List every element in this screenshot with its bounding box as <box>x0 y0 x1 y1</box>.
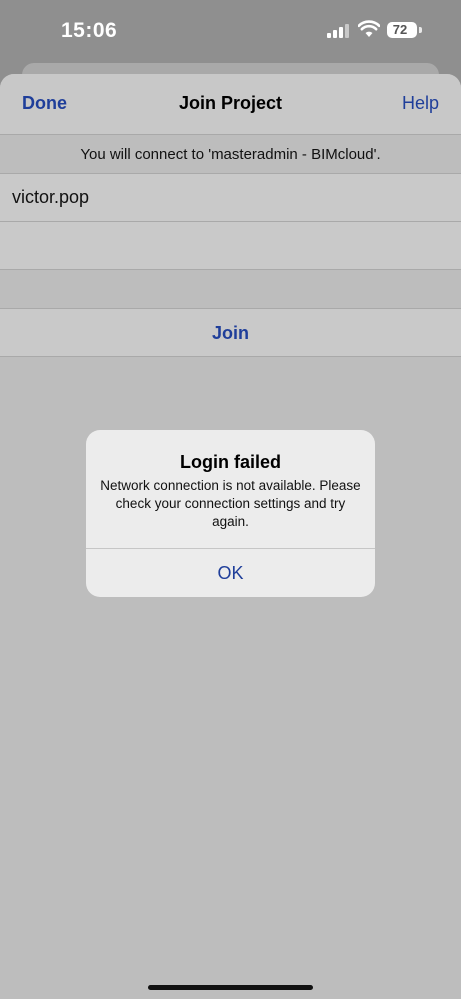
battery-tip <box>419 27 422 33</box>
login-failed-alert: Login failed Network connection is not a… <box>86 430 375 597</box>
help-button[interactable]: Help <box>402 93 439 114</box>
wifi-icon <box>358 20 380 37</box>
status-time: 15:06 <box>61 19 118 42</box>
page-title: Join Project <box>178 93 283 113</box>
alert-ok-label: OK <box>217 563 244 583</box>
status-bar: 15:06 72 <box>0 0 461 62</box>
alert-message: Network connection is not available. Ple… <box>100 478 361 529</box>
connection-info-row: You will connect to 'masteradmin - BIMcl… <box>0 135 461 174</box>
connection-info-text: You will connect to 'masteradmin - BIMcl… <box>80 146 381 163</box>
join-button[interactable]: Join <box>0 308 461 357</box>
battery-icon: 72 <box>387 22 417 38</box>
signal-icon <box>327 24 349 38</box>
home-indicator[interactable] <box>148 985 313 990</box>
username-value: victor.pop <box>12 187 90 207</box>
alert-ok-button[interactable]: OK <box>86 549 375 597</box>
join-label: Join <box>211 323 249 343</box>
battery-level: 72 <box>392 22 408 37</box>
username-field[interactable]: victor.pop <box>0 174 461 222</box>
section-spacer <box>0 270 461 307</box>
password-field[interactable] <box>0 222 461 270</box>
alert-title: Login failed <box>180 452 281 472</box>
navigation-bar: Done Join Project Help <box>0 74 461 135</box>
